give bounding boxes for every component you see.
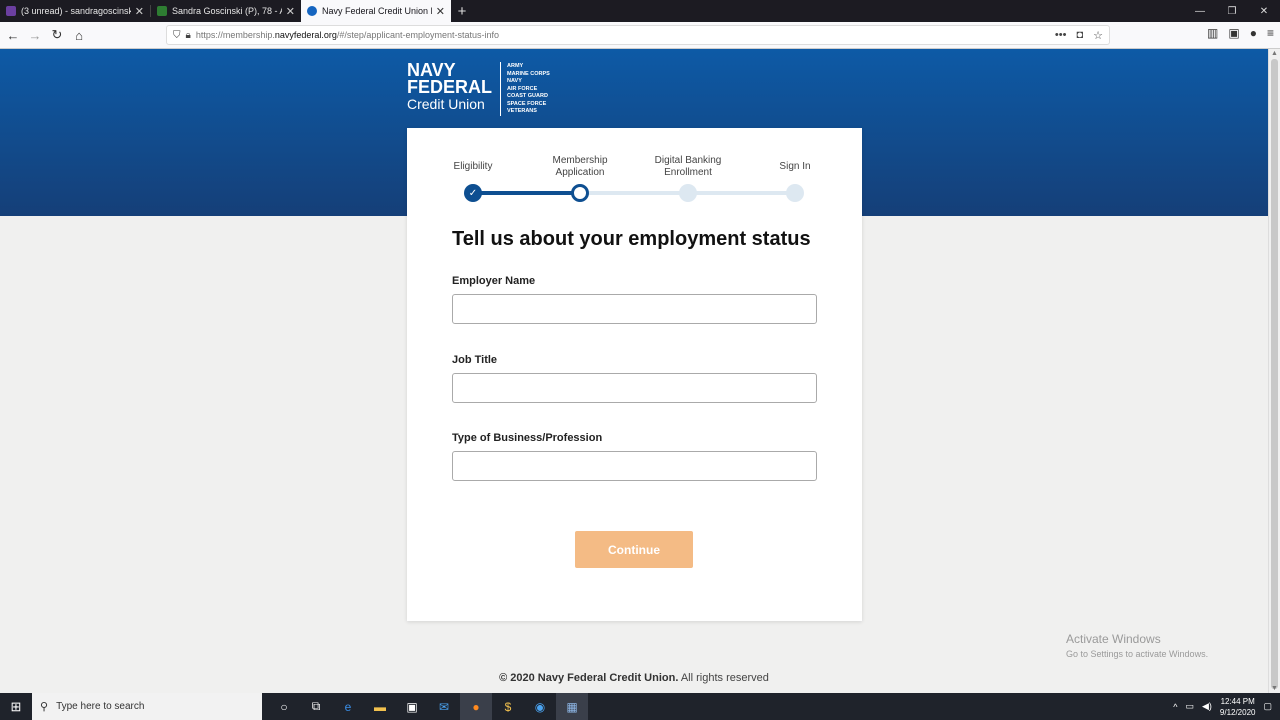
forward-icon[interactable]: → (24, 24, 46, 46)
job-title-input[interactable] (452, 373, 817, 403)
tab-mail[interactable]: (3 unread) - sandragoscinski@ ✕ (0, 0, 150, 22)
library-icon[interactable]: ▥ (1207, 26, 1218, 40)
tray-chevron-icon[interactable]: ^ (1173, 702, 1177, 712)
step-upcoming-dot (679, 184, 697, 202)
pocket-icon[interactable]: ◘ (1076, 29, 1083, 42)
scrollbar-thumb[interactable] (1271, 59, 1278, 689)
back-icon[interactable]: ← (2, 24, 24, 46)
mail-favicon-icon (6, 6, 16, 16)
account-icon[interactable]: ● (1250, 26, 1257, 40)
menu-icon[interactable]: ≡ (1267, 26, 1274, 40)
business-profession-label: Type of Business/Profession (452, 432, 603, 444)
new-tab-icon[interactable]: + (451, 0, 473, 22)
logo-branches: ARMY MARINE CORPS NAVY AIR FORCE COAST G… (507, 63, 550, 114)
stepper-track-complete (473, 191, 581, 195)
employer-name-input[interactable] (452, 294, 817, 324)
job-title-label: Job Title (452, 354, 498, 366)
employer-name-label: Employer Name (452, 275, 536, 287)
step-label-eligibility: Eligibility (453, 161, 493, 172)
step-current-dot (571, 184, 589, 202)
shield-icon[interactable]: ⛉ (173, 30, 181, 41)
address-bar[interactable]: ⛉ 🔒︎ https://membership.navyfederal.org/… (166, 25, 1110, 45)
lock-icon[interactable]: 🔒︎ (186, 30, 191, 41)
taskbar-clock[interactable]: 12:44 PM 9/12/2020 (1220, 696, 1256, 718)
browser-app-icon[interactable]: ◉ (524, 693, 556, 720)
windows-start-icon[interactable]: ⊞ (0, 693, 32, 720)
step-upcoming-dot (786, 184, 804, 202)
copyright-bold: © 2020 Navy Federal Credit Union. (499, 672, 679, 684)
search-placeholder: Type here to search (56, 701, 145, 712)
tab-sheet[interactable]: Sandra Goscinski (P), 78 - Abin ✕ (151, 0, 301, 22)
cortana-icon[interactable]: ○ (268, 693, 300, 720)
logo-line-federal: FEDERAL (407, 77, 492, 97)
close-tab-icon[interactable]: ✕ (436, 5, 445, 18)
firefox-icon[interactable]: ● (460, 693, 492, 720)
search-icon: ⚲ (40, 701, 49, 713)
page-actions-icon[interactable]: ••• (1055, 29, 1067, 42)
bookmark-star-icon[interactable]: ☆ (1093, 29, 1103, 42)
browser-tab-bar: (3 unread) - sandragoscinski@ ✕ Sandra G… (0, 0, 1280, 22)
tab-title: (3 unread) - sandragoscinski@ (21, 6, 131, 16)
step-label-sign-in: Sign In (779, 161, 811, 172)
progress-stepper: Eligibility Membership Application Digit… (407, 128, 862, 218)
tab-title: Sandra Goscinski (P), 78 - Abin (172, 6, 282, 16)
system-tray: ^ ▭ ◀) 12:44 PM 9/12/2020 ▢ (1173, 696, 1280, 718)
file-explorer-icon[interactable]: ▬ (364, 693, 396, 720)
step-label-digital-banking: Digital Banking Enrollment (654, 155, 722, 178)
volume-icon[interactable]: ◀) (1202, 701, 1212, 712)
step-complete-check-icon: ✓ (464, 184, 482, 202)
copyright-rest: All rights reserved (678, 672, 769, 684)
activate-windows-watermark: Activate Windows Go to Settings to activ… (1066, 632, 1209, 659)
window-controls: — ❐ ✕ (1184, 0, 1280, 22)
navy-federal-logo[interactable]: NAVY FEDERAL Credit Union ARMY MARINE CO… (407, 61, 550, 116)
business-profession-input[interactable] (452, 451, 817, 481)
close-tab-icon[interactable]: ✕ (135, 5, 144, 18)
continue-button[interactable]: Continue (575, 531, 693, 568)
minimize-icon[interactable]: — (1184, 0, 1216, 22)
restore-icon[interactable]: ❐ (1216, 0, 1248, 22)
logo-line-credit-union: Credit Union (407, 96, 485, 112)
close-window-icon[interactable]: ✕ (1248, 0, 1280, 22)
close-tab-icon[interactable]: ✕ (286, 5, 295, 18)
url-text[interactable]: https://membership.navyfederal.org/#/ste… (196, 30, 1055, 40)
scroll-down-icon[interactable]: ▼ (1271, 685, 1278, 692)
browser-nav-bar: ← → ↻ ⌂ ⛉ 🔒︎ https://membership.navyfede… (0, 22, 1280, 49)
notifications-icon[interactable]: ▢ (1263, 701, 1272, 712)
mail-icon[interactable]: ✉ (428, 693, 460, 720)
application-card: Eligibility Membership Application Digit… (407, 128, 862, 621)
page-title: Tell us about your employment status (452, 228, 811, 250)
tab-title: Navy Federal Credit Union Me (322, 6, 432, 16)
taskbar-search[interactable]: ⚲ Type here to search (32, 693, 262, 720)
globe-favicon-icon (307, 6, 317, 16)
network-icon[interactable]: ▭ (1185, 701, 1194, 712)
page-footer: © 2020 Navy Federal Credit Union. All ri… (0, 672, 1268, 684)
scroll-up-icon[interactable]: ▲ (1271, 50, 1278, 57)
edge-icon[interactable]: e (332, 693, 364, 720)
sheet-favicon-icon (157, 6, 167, 16)
store-icon[interactable]: ▣ (396, 693, 428, 720)
home-icon[interactable]: ⌂ (68, 24, 90, 46)
step-label-membership: Membership Application (552, 155, 608, 178)
reload-icon[interactable]: ↻ (46, 24, 68, 46)
calculator-icon[interactable]: ▦ (556, 693, 588, 720)
tab-navy-federal[interactable]: Navy Federal Credit Union Me ✕ (301, 0, 451, 22)
windows-taskbar: ⊞ ⚲ Type here to search ○ ⧉ e ▬ ▣ ✉ ● $ … (0, 693, 1280, 720)
sidebar-icon[interactable]: ▣ (1228, 26, 1239, 40)
task-view-icon[interactable]: ⧉ (300, 693, 332, 720)
dollar-app-icon[interactable]: $ (492, 693, 524, 720)
page-scrollbar[interactable]: ▲ ▼ (1268, 49, 1280, 693)
